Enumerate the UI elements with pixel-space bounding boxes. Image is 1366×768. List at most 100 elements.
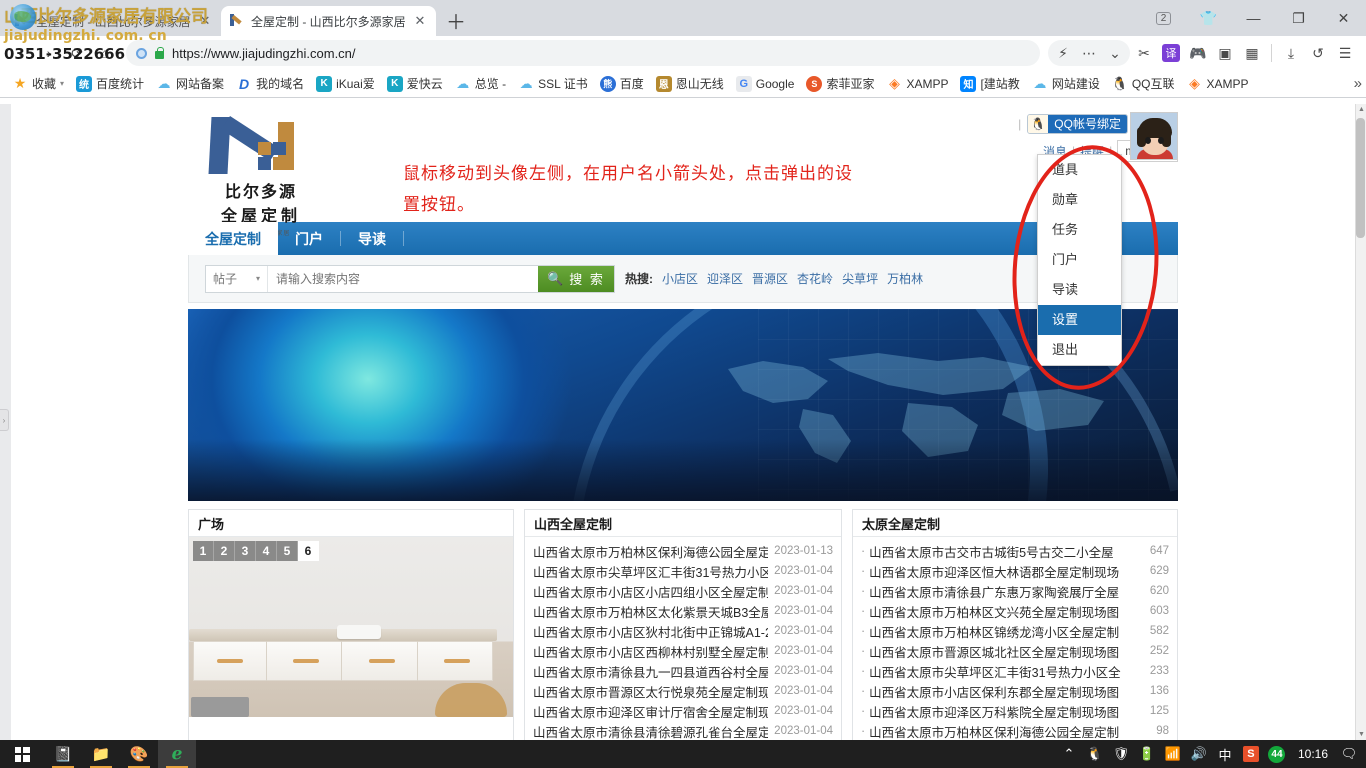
bookmark-item[interactable]: 知 [建站教	[954, 72, 1025, 96]
new-tab-button[interactable]: ＋	[442, 6, 470, 34]
history-icon[interactable]: ↺	[1305, 40, 1331, 66]
menu-icon[interactable]: ☰	[1332, 40, 1358, 66]
start-button[interactable]	[0, 740, 44, 768]
carousel-page-5[interactable]: 5	[277, 541, 298, 561]
list-item[interactable]: · 山西省太原市古交市古城街5号古交二小全屋 647	[853, 541, 1177, 561]
taskbar-app-paint[interactable]: 🎨	[120, 740, 158, 768]
notifications-icon[interactable]: 🗨	[1336, 740, 1362, 768]
back-icon[interactable]: ‹	[8, 40, 34, 66]
bookmark-item[interactable]: 🐧 QQ互联	[1106, 72, 1181, 96]
tray-expand-icon[interactable]: ⌃	[1056, 740, 1082, 768]
list-item[interactable]: 山西省太原市尖草坪区汇丰街31号热力小区全 2023-01-04	[525, 561, 841, 581]
maximize-icon[interactable]: ❐	[1276, 1, 1321, 35]
scroll-down-icon[interactable]: ▼	[1356, 729, 1366, 740]
list-item[interactable]: · 山西省太原市迎泽区恒大林语郡全屋定制现场 629	[853, 561, 1177, 581]
scrollbar-thumb[interactable]	[1356, 118, 1365, 238]
close-window-icon[interactable]: ✕	[1321, 1, 1366, 35]
clock[interactable]: 10:16	[1290, 747, 1336, 761]
ellipsis-icon[interactable]: ⋯	[1076, 40, 1102, 66]
chevron-down-icon[interactable]: ⌄	[1102, 40, 1128, 66]
carousel-page-3[interactable]: 3	[235, 541, 256, 561]
search-type-select[interactable]: 帖子 ▾	[206, 265, 268, 292]
taskbar-app-file-explorer[interactable]: 📁	[82, 740, 120, 768]
hot-tag[interactable]: 尖草坪	[842, 270, 878, 287]
list-item[interactable]: · 山西省太原市万柏林区保利海德公园全屋定制 98	[853, 721, 1177, 740]
shield-tray-icon[interactable]: 🛡	[1108, 740, 1134, 768]
list-item[interactable]: · 山西省太原市万柏林区文兴苑全屋定制现场图 603	[853, 601, 1177, 621]
sidebar-toggle-handle[interactable]: ›	[0, 409, 9, 431]
list-item[interactable]: · 山西省太原市迎泽区万科紫院全屋定制现场图 125	[853, 701, 1177, 721]
box-icon[interactable]: ▣	[1212, 40, 1238, 66]
wifi-icon[interactable]: 📶	[1160, 740, 1186, 768]
list-item[interactable]: 山西省太原市万柏林区太化紫景天城B3全屋定 2023-01-04	[525, 601, 841, 621]
list-item[interactable]: 山西省太原市迎泽区审计厅宿舍全屋定制现场 2023-01-04	[525, 701, 841, 721]
bookmark-item[interactable]: 熊百度	[594, 72, 650, 96]
bookmark-item[interactable]: 统百度统计	[70, 72, 150, 96]
plaza-carousel[interactable]: 1 2 3 4 5 6	[189, 537, 513, 717]
bookmark-item[interactable]: ☁ 总览 -	[449, 72, 512, 96]
bookmark-item[interactable]: ☁ 网站建设	[1026, 72, 1106, 96]
hot-tag[interactable]: 万柏林	[887, 270, 923, 287]
list-item[interactable]: · 山西省太原市尖草坪区汇丰街31号热力小区全 233	[853, 661, 1177, 681]
tab-count-badge[interactable]: 2	[1141, 1, 1186, 35]
chevron-down-icon[interactable]: ▾	[60, 79, 64, 88]
volume-icon[interactable]: 🔊	[1186, 740, 1212, 768]
page-scrollbar[interactable]: ▲ ▼	[1355, 104, 1366, 740]
bookmark-item[interactable]: D 我的域名	[230, 72, 310, 96]
list-item[interactable]: · 山西省太原市万柏林区锦绣龙湾小区全屋定制 582	[853, 621, 1177, 641]
browser-tab-1[interactable]: 全屋定制 - 山西比尔多源家居 ✕	[6, 6, 221, 36]
bookmark-item[interactable]: ☁ SSL 证书	[512, 72, 594, 96]
qq-tray-icon[interactable]: 🐧	[1082, 740, 1108, 768]
battery-icon[interactable]: 🔋	[1134, 740, 1160, 768]
hot-tag[interactable]: 小店区	[662, 270, 698, 287]
taskbar-app-notepad[interactable]: 📓	[44, 740, 82, 768]
nav-item-quanwudingzhi[interactable]: 全屋定制	[188, 222, 278, 255]
bookmark-item[interactable]: KiKuai爱	[310, 72, 381, 96]
ime-indicator[interactable]: 中	[1212, 740, 1238, 768]
carousel-page-6[interactable]: 6	[298, 541, 319, 561]
list-item[interactable]: 山西省太原市小店区小店四组小区全屋定制现 2023-01-04	[525, 581, 841, 601]
list-item[interactable]: 山西省太原市万柏林区保利海德公园全屋定制 2023-01-13	[525, 541, 841, 561]
nav-item-guide[interactable]: 导读	[341, 222, 403, 255]
carousel-page-2[interactable]: 2	[214, 541, 235, 561]
sogou-ime-icon[interactable]: S	[1238, 740, 1264, 768]
nav-item-portal[interactable]: 门户	[278, 222, 340, 255]
scissors-icon[interactable]: ✂	[1131, 40, 1157, 66]
download-icon[interactable]: ⤓	[1278, 40, 1304, 66]
hot-tag[interactable]: 晋源区	[752, 270, 788, 287]
search-button[interactable]: 🔍 搜 索	[538, 265, 614, 292]
lightning-icon[interactable]: ⚡	[1050, 40, 1076, 66]
list-item[interactable]: 山西省太原市小店区狄村北街中正锦城A1-2全 2023-01-04	[525, 621, 841, 641]
list-item[interactable]: · 山西省太原市清徐县广东惠万家陶瓷展厅全屋 620	[853, 581, 1177, 601]
theme-shirt-icon[interactable]: 👕	[1186, 1, 1231, 35]
list-item[interactable]: 山西省太原市清徐县清徐碧源孔雀台全屋定制 2023-01-04	[525, 721, 841, 740]
bookmark-item[interactable]: ◈ XAMPP	[1181, 72, 1255, 96]
translate-icon[interactable]: 译	[1162, 44, 1180, 62]
minimize-icon[interactable]: —	[1231, 1, 1276, 35]
game-icon[interactable]: 🎮	[1185, 40, 1211, 66]
bookmarks-overflow-button[interactable]: »	[1354, 75, 1362, 92]
avatar[interactable]	[1130, 112, 1178, 160]
list-item[interactable]: · 山西省太原市晋源区城北社区全屋定制现场图 252	[853, 641, 1177, 661]
bookmark-item[interactable]: K 爱快云	[381, 72, 449, 96]
badge-icon[interactable]: 44	[1264, 740, 1290, 768]
search-input[interactable]	[268, 265, 538, 292]
list-item[interactable]: 山西省太原市晋源区太行悦泉苑全屋定制现场 2023-01-04	[525, 681, 841, 701]
forward-icon[interactable]: ›	[36, 40, 62, 66]
scroll-up-icon[interactable]: ▲	[1356, 104, 1366, 115]
grid-icon[interactable]: ▦	[1239, 40, 1265, 66]
bookmark-item[interactable]: ◈ XAMPP	[880, 72, 954, 96]
list-item[interactable]: 山西省太原市清徐县九一四县道西谷村全屋定 2023-01-04	[525, 661, 841, 681]
address-bar[interactable]: https://www.jiajudingzhi.com.cn/	[126, 40, 1040, 66]
bookmark-item[interactable]: ☁ 网站备案	[150, 72, 230, 96]
hot-tag[interactable]: 杏花岭	[797, 270, 833, 287]
bookmark-item[interactable]: ★ 收藏 ▾	[6, 72, 70, 96]
tab-close-icon[interactable]: ✕	[412, 13, 428, 29]
carousel-page-4[interactable]: 4	[256, 541, 277, 561]
bookmark-item[interactable]: S 索菲亚家	[800, 72, 880, 96]
taskbar-app-browser[interactable]: ℯ	[158, 740, 196, 768]
tab-close-icon[interactable]: ✕	[197, 13, 213, 29]
hot-tag[interactable]: 迎泽区	[707, 270, 743, 287]
list-item[interactable]: 山西省太原市小店区西柳林村别墅全屋定制现 2023-01-04	[525, 641, 841, 661]
reload-icon[interactable]: ⟳	[64, 40, 90, 66]
